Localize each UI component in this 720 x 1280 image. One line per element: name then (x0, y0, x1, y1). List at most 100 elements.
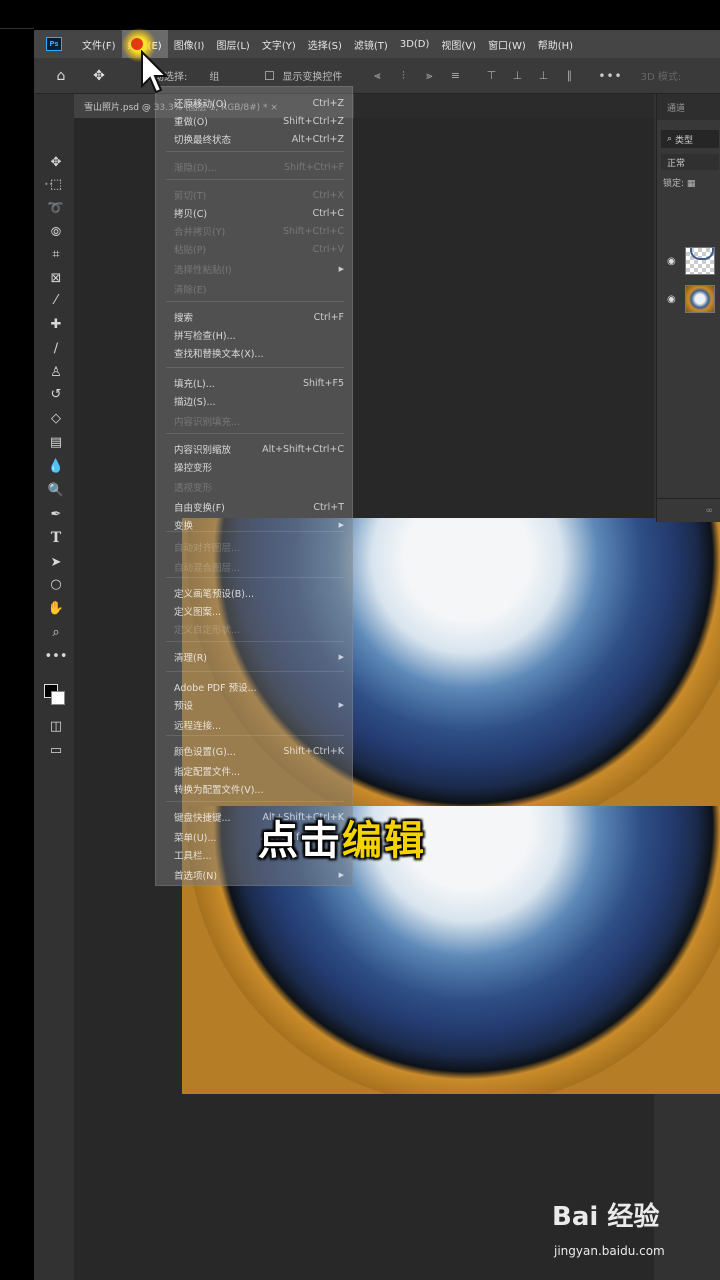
edit-menu-item-6[interactable]: 合并拷贝(Y) Shift+Ctrl+C (174, 223, 344, 239)
edit-menu-item-36[interactable]: 首选项(N) ▶ (174, 867, 344, 883)
screen-mode-icon[interactable]: ▭ (46, 740, 66, 760)
edit-menu-item-1[interactable]: 重做(O) Shift+Ctrl+Z (174, 113, 344, 129)
ellipse-icon[interactable]: ○ (46, 574, 66, 594)
edit-menu-item-32[interactable]: 转换为配置文件(V)... (174, 781, 344, 797)
dodge-icon[interactable]: 🔍 (46, 480, 66, 500)
crop-icon[interactable]: ⌗ (46, 244, 66, 264)
edit-menu-item-23[interactable]: 定义画笔预设(B)... (174, 585, 344, 601)
menu-item-label: 首选项(N) (174, 871, 218, 882)
frame-icon[interactable]: ⊠ (46, 268, 66, 288)
healing-icon[interactable]: ✚ (46, 314, 66, 334)
stamp-icon[interactable]: ♙ (46, 362, 66, 382)
link-layers-icon[interactable]: ∞ (657, 498, 720, 522)
lock-label: 锁定: (663, 179, 685, 189)
move-icon[interactable]: ✥ (46, 152, 66, 172)
edit-menu-item-10[interactable]: 搜索 Ctrl+F (174, 309, 344, 325)
show-transform-checkbox[interactable] (265, 71, 275, 80)
edit-menu-item-30[interactable]: 颜色设置(G)... Shift+Ctrl+K (174, 743, 344, 759)
path-select-icon[interactable]: ➤ (46, 552, 66, 572)
edit-menu-item-27[interactable]: Adobe PDF 预设... (174, 679, 344, 695)
quick-select-icon[interactable]: ⦾ (46, 222, 66, 242)
menu-item-label: 搜索 (174, 313, 194, 324)
move-tool-icon[interactable]: ✥ (90, 67, 108, 85)
edit-menu-item-15[interactable]: 内容识别填充... (174, 413, 344, 429)
group-select[interactable]: 组 (209, 68, 219, 83)
edit-menu-item-21[interactable]: 自动对齐图层... (174, 539, 344, 555)
edit-menu-item-9[interactable]: 清除(E) (174, 281, 344, 297)
menu-item-10[interactable]: 帮助(H) (532, 30, 579, 58)
eyedropper-icon[interactable]: ⁄ (46, 290, 66, 310)
menu-item-shortcut: Alt+Ctrl+Z (291, 133, 344, 145)
edit-menu-item-24[interactable]: 定义图案... (174, 603, 344, 619)
brush-icon[interactable]: ∕ (46, 338, 66, 358)
edit-menu-item-31[interactable]: 指定配置文件... (174, 763, 344, 779)
edit-menu-item-25[interactable]: 定义自定形状... (174, 621, 344, 637)
menu-item-4[interactable]: 文字(Y) (256, 30, 302, 58)
menu-item-shortcut: Ctrl+Z (312, 97, 344, 109)
blend-mode-select[interactable]: 正常 (661, 154, 719, 170)
edit-menu-item-3[interactable]: 渐隐(D)... Shift+Ctrl+F (174, 159, 344, 175)
channels-tab[interactable]: 通道 (657, 94, 720, 120)
eraser-icon[interactable]: ◇ (46, 408, 66, 428)
menu-item-3[interactable]: 图层(L) (210, 30, 255, 58)
align-right-icon[interactable]: ⫸ (422, 69, 436, 83)
visibility-eye-icon[interactable]: ◉ (667, 256, 679, 267)
distribute-vertical-icon[interactable]: ∥ (562, 69, 576, 83)
edit-menu-item-29[interactable]: 远程连接... (174, 717, 344, 733)
left-black-strip (0, 0, 34, 1280)
menu-item-2[interactable]: 图像(I) (168, 30, 211, 58)
edit-menu-item-26[interactable]: 清理(R) ▶ (174, 649, 344, 665)
edit-menu-item-5[interactable]: 拷贝(C) Ctrl+C (174, 205, 344, 221)
menu-item-9[interactable]: 窗口(W) (482, 30, 532, 58)
menu-item-0[interactable]: 文件(F) (76, 30, 122, 58)
home-icon[interactable]: ⌂ (52, 67, 70, 85)
hand-icon[interactable]: ✋ (46, 598, 66, 618)
edit-menu-item-18[interactable]: 透视变形 (174, 479, 344, 495)
edit-menu-item-12[interactable]: 查找和替换文本(X)... (174, 345, 344, 361)
more-tools-icon[interactable]: ••• (45, 646, 68, 666)
edit-menu-item-0[interactable]: 还原移动(O) Ctrl+Z (174, 95, 344, 111)
edit-menu-item-7[interactable]: 粘贴(P) Ctrl+V (174, 241, 344, 257)
edit-menu-item-4[interactable]: 剪切(T) Ctrl+X (174, 187, 344, 203)
background-color-swatch[interactable] (51, 691, 65, 705)
more-options-button[interactable]: ••• (598, 69, 622, 83)
layer-row[interactable]: ◉ (657, 244, 720, 278)
layer-filter-search[interactable]: ⌕ 类型 (661, 130, 719, 148)
align-center-icon[interactable]: ⫶ (396, 69, 410, 83)
edit-menu-dropdown: 还原移动(O) Ctrl+Z 重做(O) Shift+Ctrl+Z 切换最终状态 Alt+… (155, 86, 353, 886)
quick-mask-icon[interactable]: ◫ (46, 716, 66, 736)
history-brush-icon[interactable]: ↺ (46, 384, 66, 404)
marquee-icon[interactable]: ⬚ (46, 174, 66, 194)
align-bottom-icon[interactable]: ⊥ (536, 69, 550, 83)
edit-menu-item-16[interactable]: 内容识别缩放 Alt+Shift+Ctrl+C (174, 441, 344, 457)
edit-menu-item-11[interactable]: 拼写检查(H)... (174, 327, 344, 343)
distribute-icon[interactable]: ≡ (448, 69, 462, 83)
align-left-icon[interactable]: ⫷ (370, 69, 384, 83)
menu-item-7[interactable]: 3D(D) (394, 30, 436, 58)
menu-item-8[interactable]: 视图(V) (435, 30, 482, 58)
layer-row[interactable]: ◉ (657, 282, 720, 316)
align-middle-icon[interactable]: ⊥ (510, 69, 524, 83)
align-top-icon[interactable]: ⊤ (484, 69, 498, 83)
edit-menu-item-14[interactable]: 描边(S)... (174, 393, 344, 409)
zoom-icon[interactable]: ⌕ (46, 622, 66, 642)
edit-menu-item-2[interactable]: 切换最终状态 Alt+Ctrl+Z (174, 131, 344, 147)
blur-icon[interactable]: 💧 (46, 456, 66, 476)
gradient-icon[interactable]: ▤ (46, 432, 66, 452)
menu-item-6[interactable]: 滤镜(T) (348, 30, 394, 58)
menu-item-label: 合并拷贝(Y) (174, 227, 226, 238)
visibility-eye-icon[interactable]: ◉ (667, 294, 679, 305)
edit-menu-item-22[interactable]: 自动混合图层... (174, 559, 344, 575)
edit-menu-item-20[interactable]: 变换 ▶ (174, 517, 344, 533)
edit-menu-item-19[interactable]: 自由变换(F) Ctrl+T (174, 499, 344, 515)
edit-menu-item-13[interactable]: 填充(L)... Shift+F5 (174, 375, 344, 391)
type-icon[interactable]: T (46, 528, 66, 548)
edit-menu-item-8[interactable]: 选择性粘贴(I) ▶ (174, 261, 344, 277)
caption-white-text: 点击 (258, 818, 342, 864)
lock-pixels-icon[interactable]: ▦ (687, 179, 696, 189)
pen-icon[interactable]: ✒ (46, 504, 66, 524)
menu-item-5[interactable]: 选择(S) (302, 30, 348, 58)
lasso-icon[interactable]: ➰ (46, 198, 66, 218)
edit-menu-item-17[interactable]: 操控变形 (174, 459, 344, 475)
edit-menu-item-28[interactable]: 预设 ▶ (174, 697, 344, 713)
